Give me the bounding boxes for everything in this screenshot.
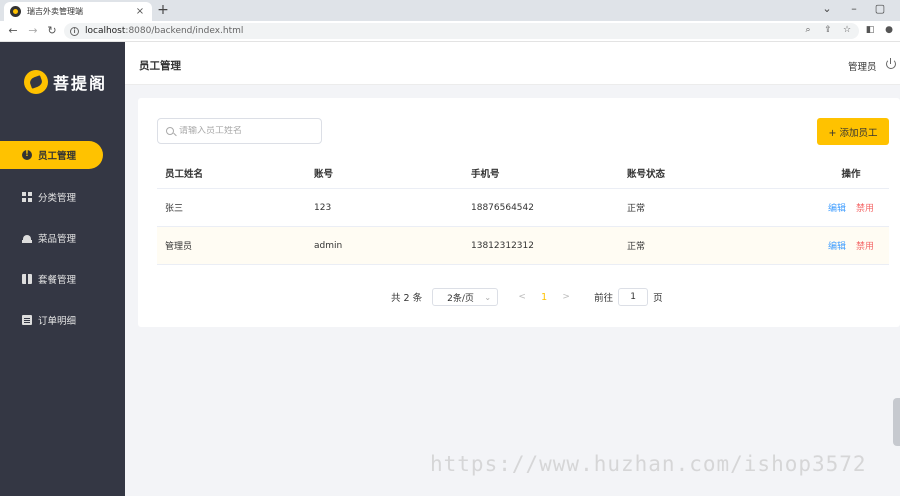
- search-input[interactable]: [179, 126, 319, 136]
- prev-page-button[interactable]: <: [512, 292, 532, 302]
- url-path: :8080/backend/index.html: [125, 26, 244, 36]
- close-tab-icon[interactable]: ×: [134, 6, 146, 17]
- sidebar-item-label: 分类管理: [38, 193, 77, 204]
- reload-icon[interactable]: ↻: [45, 24, 59, 38]
- zoom-icon[interactable]: ⌕: [802, 24, 814, 36]
- page-title: 员工管理: [139, 60, 181, 72]
- chevron-down-icon: ⌄: [484, 292, 492, 302]
- cell-status: 正常: [627, 242, 646, 252]
- column-header: 手机号: [471, 169, 500, 180]
- employee-table: 员工姓名 账号 手机号 账号状态 操作 张三 123 18876564542 正…: [157, 158, 889, 265]
- sidebar-item-dish[interactable]: 菜品管理: [0, 224, 103, 252]
- watermark: https://www.huzhan.com/ishop3572: [430, 452, 867, 476]
- favicon-icon: [10, 6, 21, 17]
- sidebar-item-setmeal[interactable]: 套餐管理: [0, 265, 103, 293]
- search-icon: [166, 127, 174, 135]
- page-number-current[interactable]: 1: [532, 292, 556, 303]
- share-icon[interactable]: ⇪: [822, 24, 834, 36]
- sidepanel-icon[interactable]: ◧: [864, 24, 876, 36]
- power-icon[interactable]: [886, 58, 896, 69]
- main-content: + 添加员工 员工姓名 账号 手机号 账号状态 操作 张三 123 188765…: [125, 85, 900, 496]
- page-size-value: 2条/页: [447, 293, 474, 304]
- tab-title: 瑞吉外卖管理端: [27, 7, 83, 16]
- star-icon[interactable]: ☆: [841, 24, 853, 36]
- pagination-total: 共 2 条: [391, 293, 423, 304]
- edit-button[interactable]: 编辑: [828, 201, 846, 214]
- goto-page-input[interactable]: 1: [618, 288, 649, 306]
- clipboard-icon: [22, 315, 32, 325]
- cell-account: admin: [314, 240, 343, 251]
- browser-tab[interactable]: 瑞吉外卖管理端 ×: [4, 2, 152, 21]
- cell-name: 张三: [165, 204, 184, 214]
- column-header: 账号: [314, 169, 334, 180]
- table-row: 张三 123 18876564542 正常 编辑 禁用: [157, 189, 889, 227]
- scrollbar-handle[interactable]: [893, 398, 900, 446]
- cell-account: 123: [314, 202, 332, 213]
- browser-tab-bar: 瑞吉外卖管理端 × + ⌄ – ▢: [0, 0, 900, 21]
- new-tab-button[interactable]: +: [156, 2, 170, 18]
- next-page-button[interactable]: >: [556, 292, 576, 302]
- logo-icon: [24, 70, 48, 94]
- info-icon[interactable]: i: [70, 26, 79, 36]
- sidebar-item-label: 菜品管理: [38, 234, 77, 245]
- sidebar-item-category[interactable]: 分类管理: [0, 183, 103, 211]
- cell-phone: 13812312312: [471, 240, 534, 251]
- gift-icon: [22, 274, 32, 284]
- user-icon: [22, 149, 32, 160]
- logo-text: 菩提阁: [53, 74, 108, 93]
- employee-card: + 添加员工 员工姓名 账号 手机号 账号状态 操作 张三 123 188765…: [138, 98, 900, 327]
- table-header: 员工姓名 账号 手机号 账号状态 操作: [157, 158, 889, 189]
- address-bar: ← → ↻ i localhost :8080/backend/index.ht…: [0, 21, 900, 42]
- disable-button[interactable]: 禁用: [856, 239, 874, 252]
- search-box[interactable]: [157, 118, 322, 144]
- column-header: 操作: [841, 169, 861, 180]
- sidebar-item-label: 套餐管理: [38, 275, 77, 286]
- page-size-select[interactable]: 2条/页 ⌄: [432, 288, 499, 306]
- admin-username[interactable]: 管理员: [848, 59, 877, 73]
- sidebar-item-label: 员工管理: [38, 151, 77, 162]
- sidebar: 菩提阁 员工管理 分类管理 菜品管理 套餐管理 订单明细: [0, 42, 125, 496]
- logo: 菩提阁: [24, 70, 107, 94]
- profile-icon[interactable]: ●: [883, 24, 895, 36]
- forward-icon[interactable]: →: [26, 24, 40, 38]
- cell-actions: 编辑 禁用: [777, 201, 889, 214]
- column-header: 员工姓名: [165, 169, 204, 180]
- goto-label: 前往: [594, 293, 614, 304]
- cell-actions: 编辑 禁用: [777, 239, 889, 252]
- goto-suffix: 页: [653, 293, 663, 304]
- add-employee-button[interactable]: + 添加员工: [817, 118, 889, 145]
- sidebar-item-order[interactable]: 订单明细: [0, 306, 103, 334]
- grid-icon: [22, 192, 32, 202]
- edit-button[interactable]: 编辑: [828, 239, 846, 252]
- minimize-icon[interactable]: –: [847, 2, 861, 16]
- cell-name: 管理员: [165, 242, 193, 252]
- url-field[interactable]: i localhost :8080/backend/index.html: [64, 23, 859, 39]
- disable-button[interactable]: 禁用: [856, 201, 874, 214]
- back-icon[interactable]: ←: [6, 24, 20, 38]
- cell-status: 正常: [627, 204, 646, 214]
- pagination: 共 2 条 2条/页 ⌄ < 1 > 前往 1 页: [391, 288, 663, 306]
- maximize-icon[interactable]: ▢: [873, 2, 887, 16]
- url-host: localhost: [85, 26, 126, 36]
- table-row: 管理员 admin 13812312312 正常 编辑 禁用: [157, 227, 889, 265]
- sidebar-item-label: 订单明细: [38, 316, 77, 327]
- app-header: 员工管理 管理员: [125, 42, 900, 85]
- column-header: 账号状态: [627, 169, 666, 180]
- dish-icon: [22, 233, 32, 243]
- sidebar-item-employee[interactable]: 员工管理: [0, 141, 103, 169]
- cell-phone: 18876564542: [471, 202, 534, 213]
- tab-search-icon[interactable]: ⌄: [820, 2, 834, 16]
